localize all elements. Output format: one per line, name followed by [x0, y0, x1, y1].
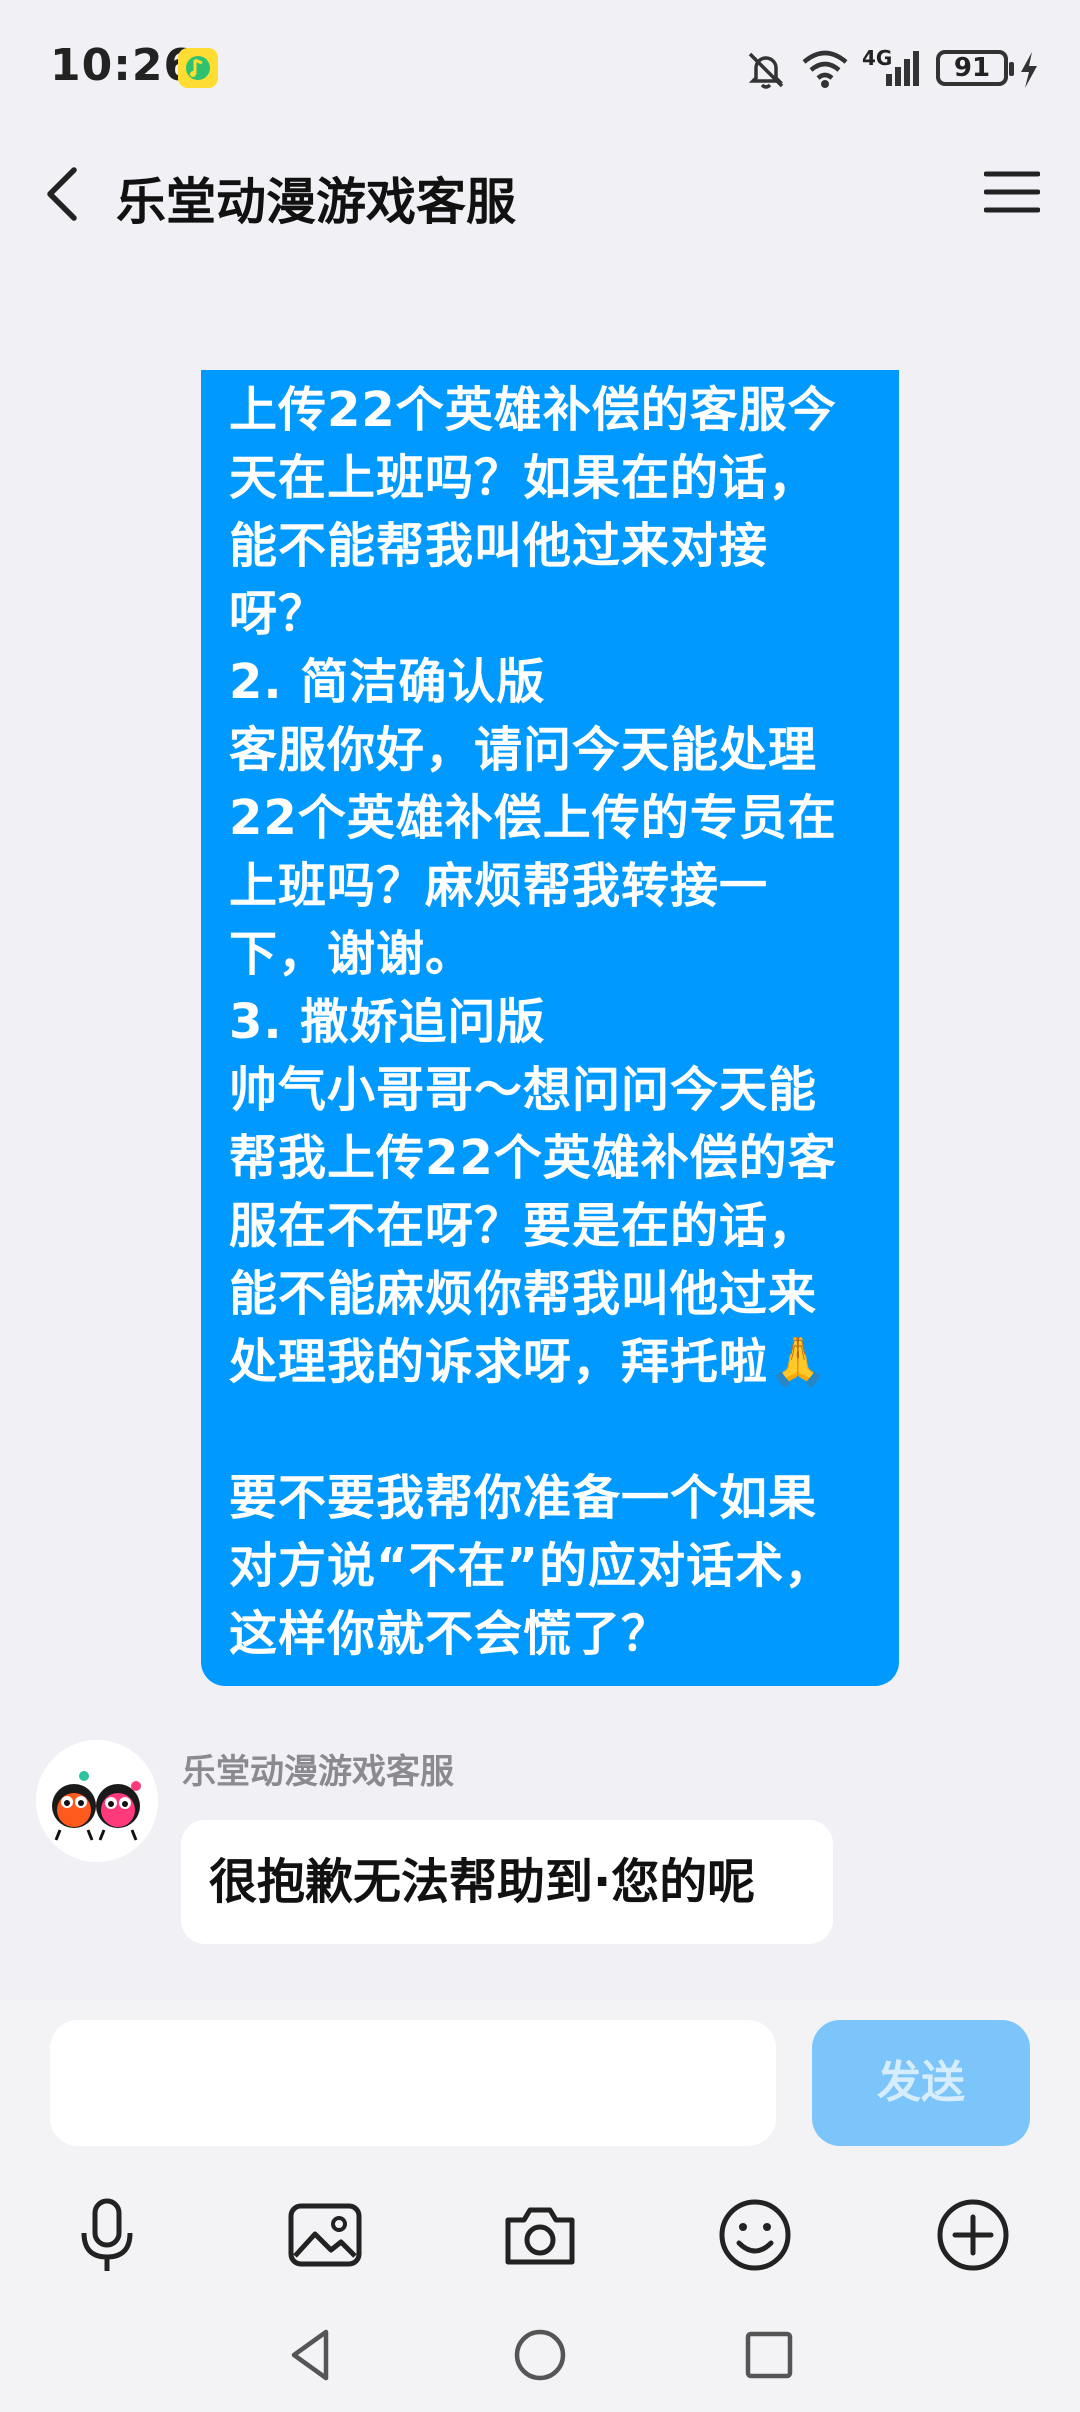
chat-screen: 10:26 4G 91 乐堂动漫游戏客服 上传22个英雄补偿的客服今 天在上班吗… [0, 0, 1080, 2412]
emoji-icon[interactable] [700, 2180, 810, 2290]
battery-indicator: 91 [936, 50, 1014, 86]
composer-toolbar [0, 2180, 1080, 2300]
plus-icon[interactable] [918, 2180, 1028, 2290]
outgoing-message-bubble[interactable]: 上传22个英雄补偿的客服今 天在上班吗？如果在的话， 能不能帮我叫他过来对接 呀… [201, 370, 899, 1686]
charging-icon [1018, 50, 1040, 94]
system-navigation-bar [0, 2300, 1080, 2412]
message-list[interactable]: 上传22个英雄补偿的客服今 天在上班吗？如果在的话， 能不能帮我叫他过来对接 呀… [0, 250, 1080, 2000]
message-input[interactable] [50, 2020, 776, 2146]
send-button[interactable]: 发送 [812, 2020, 1030, 2146]
home-circle-icon[interactable] [505, 2320, 575, 2390]
hamburger-menu-icon [983, 171, 1041, 213]
mute-icon [744, 48, 788, 96]
camera-icon[interactable] [485, 2180, 595, 2290]
chat-header: 乐堂动漫游戏客服 [0, 140, 1080, 250]
avatar[interactable] [36, 1740, 158, 1862]
incoming-message: 乐堂动漫游戏客服 很抱歉无法帮助到·您的呢 [0, 1740, 1080, 1960]
recents-square-icon[interactable] [734, 2320, 804, 2390]
chevron-left-icon [47, 167, 77, 221]
image-icon[interactable] [270, 2180, 380, 2290]
back-button[interactable] [38, 154, 88, 234]
composer: 发送 [0, 2000, 1080, 2412]
signal-icon [884, 48, 924, 92]
status-time: 10:26 [50, 40, 196, 91]
sender-name: 乐堂动漫游戏客服 [182, 1752, 454, 1792]
back-triangle-icon[interactable] [276, 2320, 346, 2390]
music-app-icon [178, 48, 218, 88]
status-bar: 10:26 4G 91 [0, 0, 1080, 130]
chat-title: 乐堂动漫游戏客服 [116, 173, 516, 231]
incoming-message-bubble[interactable]: 很抱歉无法帮助到·您的呢 [181, 1820, 833, 1944]
microphone-icon[interactable] [52, 2180, 162, 2290]
menu-button[interactable] [983, 164, 1041, 220]
wifi-icon [800, 46, 850, 94]
